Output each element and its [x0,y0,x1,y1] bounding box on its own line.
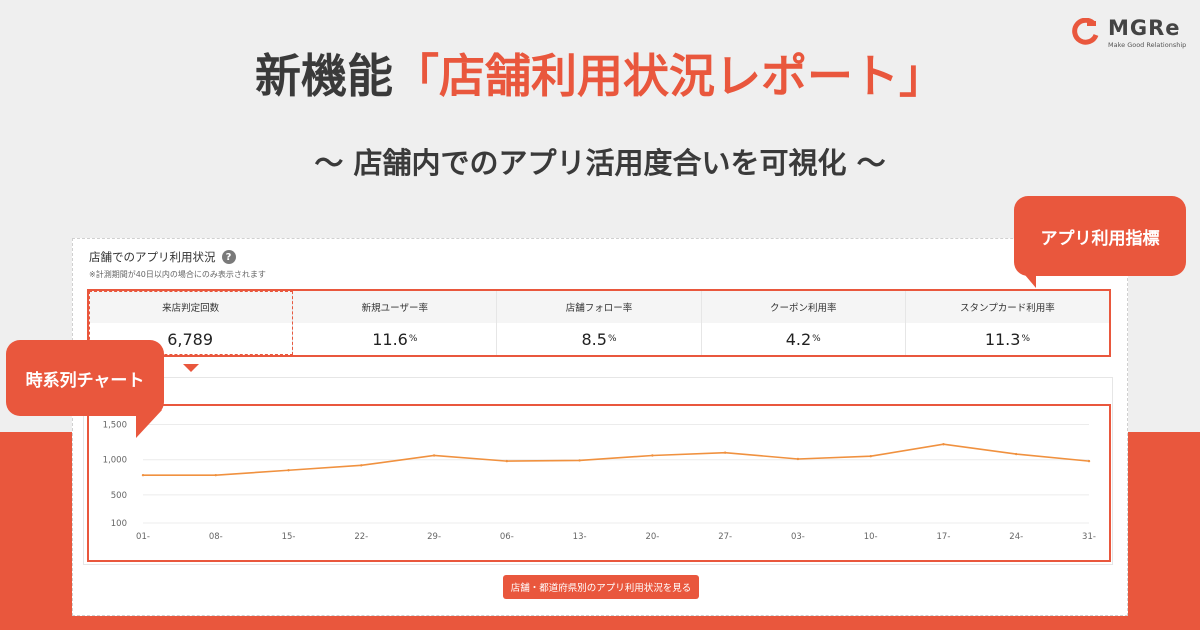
data-point [578,459,581,462]
metric-value: 11.6% [293,323,496,355]
store-usage-panel: 店舗でのアプリ利用状況 ? ※計測期間が40日以内の場合にのみ表示されます 来店… [72,238,1128,616]
selected-metric-pointer [183,364,199,372]
x-tick-label: 17- [937,532,951,542]
metric-label: 店舗フォロー率 [497,291,701,323]
data-point [796,457,800,461]
x-tick-label: 24- [1009,532,1023,542]
metric-label: 来店判定回数 [89,291,293,323]
headline: 新機能「店舗利用状況レポート」 [0,40,1200,106]
data-point [287,469,290,472]
subheadline: 〜 店舗内でのアプリ活用度合いを可視化 〜 [314,146,886,180]
metric-unit: % [1021,334,1030,344]
x-tick-label: 27- [718,532,732,542]
panel-title: 店舗でのアプリ利用状況 ? [89,249,236,265]
x-tick-label: 06- [500,532,514,542]
panel-title-text: 店舗でのアプリ利用状況 [89,250,216,264]
headline-new-feature: 新機能 [255,49,393,103]
x-tick-label: 15- [282,532,296,542]
x-tick-label: 03- [791,532,805,542]
data-point [723,451,727,454]
callout-timeseries-tail [136,410,162,438]
metric-number: 6,789 [167,329,213,349]
data-point [141,473,145,477]
y-tick-label: 1,000 [103,456,127,466]
x-tick-label: 29- [427,532,441,542]
question-icon[interactable]: ? [221,250,236,264]
data-point [214,473,217,477]
callout-metrics: アプリ利用指標 [1014,196,1186,276]
data-point [651,454,654,457]
metric-value: 11.3% [906,323,1109,355]
panel-note: ※計測期間が40日以内の場合にのみ表示されます [89,270,266,279]
metric-number: 11.3 [984,329,1021,349]
metric-label: クーポン利用率 [701,291,905,323]
data-point [432,454,436,457]
metric-value: 8.5% [497,323,700,355]
metric-coupon-rate[interactable]: クーポン利用率 4.2% [701,291,906,355]
data-point [942,443,945,446]
metrics-row: 来店判定回数 6,789 新規ユーザー率 11.6% 店舗フォロー率 8.5% … [87,289,1111,357]
data-point [1015,452,1018,456]
metric-store-follow-rate[interactable]: 店舗フォロー率 8.5% [497,291,702,355]
metric-label: 新規ユーザー率 [293,291,497,323]
y-tick-label: 1,500 [103,421,127,431]
x-tick-label: 13- [573,532,587,542]
metric-new-user-rate[interactable]: 新規ユーザー率 11.6% [293,291,498,355]
x-tick-label: 01- [136,532,150,542]
timeseries-chart-frame: 100 500 1,000 1,500 01- 08- 15- 22- 29- 06- 13- 20-… [87,404,1111,562]
metric-value: 4.2% [702,323,905,355]
view-regional-usage-button[interactable]: 店舗・都道府県別のアプリ利用状況を見る [503,575,699,599]
data-point [869,454,872,458]
logo-name: MGRe [1108,16,1181,40]
y-tick-label: 100 [111,519,127,529]
metric-stamp-card-rate[interactable]: スタンプカード利用率 11.3% [905,291,1110,355]
x-tick-label: 31- [1082,532,1096,542]
callout-timeseries: 時系列チャート [6,340,164,416]
data-point [360,464,363,467]
timeseries-chart: 100 500 1,000 1,500 01- 08- 15- 22- 29- 06- 13- 20-… [103,421,1096,542]
metric-number: 8.5 [581,329,607,349]
data-point [1087,459,1091,463]
metric-unit: % [408,334,418,344]
metric-unit: % [607,334,617,344]
metric-number: 11.6 [372,329,408,349]
metric-unit: % [812,334,821,344]
x-tick-label: 22- [354,532,368,542]
y-tick-label: 500 [111,491,127,501]
metric-label: スタンプカード利用率 [905,291,1110,323]
x-tick-label: 20- [645,532,659,542]
callout-metrics-tail [1014,262,1036,288]
x-tick-label: 10- [864,532,878,542]
metric-number: 4.2 [785,329,812,349]
headline-feature-name: 「店舗利用状況レポート」 [393,49,945,103]
x-tick-label: 08- [209,532,223,542]
data-point [505,459,509,463]
